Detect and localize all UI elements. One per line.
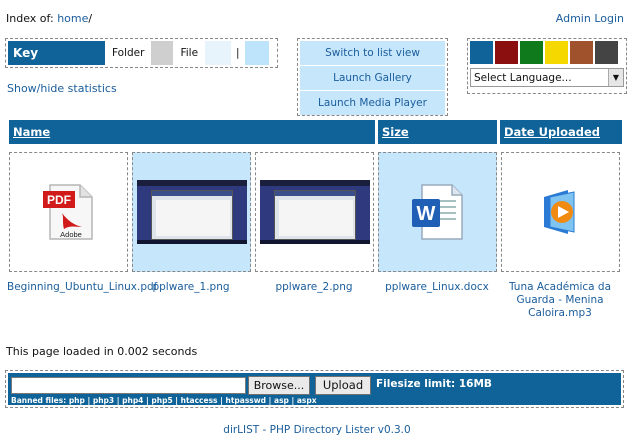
path-suffix: / [88,12,93,25]
view-options: Switch to list view Launch Gallery Launc… [297,38,448,116]
file-tile[interactable]: PDF Adobe [9,152,128,272]
theme-swatch-red[interactable] [495,41,518,64]
media-player-icon [543,190,574,234]
file-name-link[interactable]: Tuna Académica da Guarda - Menina Caloir… [499,281,621,320]
file-name-link[interactable]: Beginning_Ubuntu_Linux.pdf [7,281,157,294]
image-thumbnail [136,180,247,244]
footer-link[interactable]: dirLIST - PHP Directory Lister v0.3.0 [0,424,634,436]
column-header-name[interactable]: Name [9,120,375,144]
page-load-time: This page loaded in 0.002 seconds [6,345,198,358]
chevron-down-icon[interactable]: ▼ [608,69,623,86]
upload-button[interactable]: Upload [315,376,371,395]
file-name-link[interactable]: pplware_1.png [130,281,252,294]
launch-media-player-button[interactable]: Launch Media Player [300,91,445,115]
key-legend: Key Folder File | [5,38,278,68]
upload-panel: Browse... Upload Filesize limit: 16MB Ba… [5,370,624,408]
file-tile[interactable]: W [378,152,497,272]
file-tile[interactable] [255,152,374,272]
key-title: Key [8,41,105,65]
file-tile[interactable] [501,152,620,272]
theme-swatch-blue[interactable] [470,41,493,64]
key-file-label: File [180,47,199,59]
key-folder-swatch [151,41,174,65]
language-select[interactable]: Select Language... ▼ [470,68,624,87]
banned-files-list: Banned files: php | php3 | php4 | php5 |… [11,396,317,405]
language-select-value: Select Language... [474,71,572,84]
pdf-icon: PDF Adobe [42,184,93,240]
svg-text:W: W [416,203,435,225]
key-folder-label: Folder [112,47,145,59]
file-path-input[interactable] [11,377,246,394]
admin-login-link[interactable]: Admin Login [556,12,624,25]
file-name-link[interactable]: pplware_Linux.docx [376,281,498,294]
breadcrumb: Index of: home/ [6,12,92,25]
svg-text:Adobe: Adobe [60,230,82,239]
filesize-limit: Filesize limit: 16MB [376,378,492,390]
key-separator: | [236,47,240,59]
theme-language-panel: Select Language... ▼ [467,38,627,94]
theme-swatch-gray[interactable] [595,41,618,64]
browse-button[interactable]: Browse... [248,376,310,395]
show-hide-statistics-link[interactable]: Show/hide statistics [7,82,117,95]
theme-swatch-brown[interactable] [570,41,593,64]
theme-swatch-yellow[interactable] [545,41,568,64]
switch-to-list-view-button[interactable]: Switch to list view [300,41,445,65]
key-file-highlight-swatch [244,41,269,65]
upload-bar: Browse... Upload Filesize limit: 16MB Ba… [8,373,621,405]
theme-swatch-green[interactable] [520,41,543,64]
launch-gallery-button[interactable]: Launch Gallery [300,66,445,90]
word-doc-icon: W [411,184,463,240]
index-prefix: Index of: [6,12,54,25]
theme-swatches [470,41,624,64]
image-thumbnail [259,180,370,244]
svg-text:PDF: PDF [47,193,71,207]
key-file-swatch [205,41,232,65]
file-tile[interactable] [132,152,251,272]
column-header-size[interactable]: Size [378,120,497,144]
breadcrumb-home-link[interactable]: home [57,12,88,25]
column-header-date-uploaded[interactable]: Date Uploaded [500,120,622,144]
file-name-link[interactable]: pplware_2.png [253,281,375,294]
